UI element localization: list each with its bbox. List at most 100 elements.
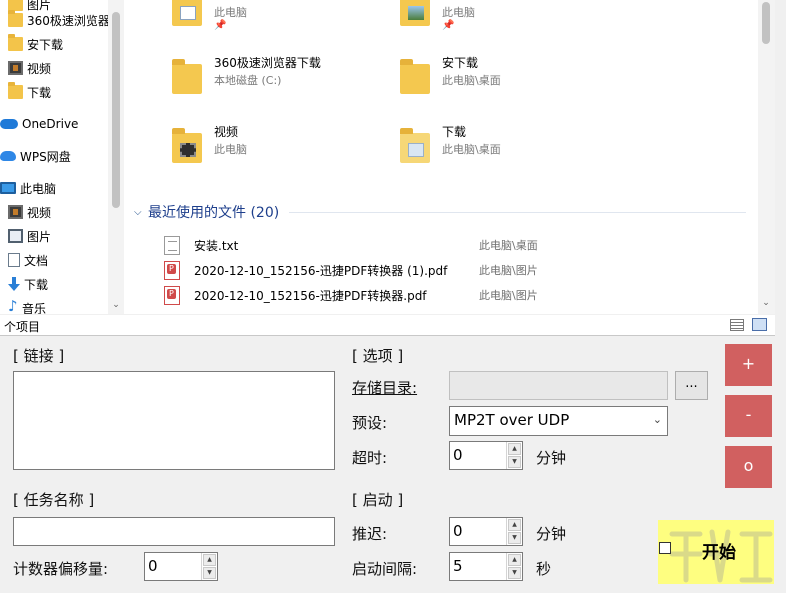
remove-task-button[interactable]: -: [725, 395, 772, 437]
scrollbar-thumb[interactable]: [112, 12, 120, 208]
quick-access-item[interactable]: 此电脑 📌: [398, 0, 578, 42]
quick-access-item[interactable]: 视频 此电脑: [170, 123, 350, 179]
timeout-unit: 分钟: [536, 449, 567, 467]
nav-item-pc-music[interactable]: 音乐: [8, 297, 46, 314]
spin-up-arrow-icon[interactable]: ▲: [508, 519, 521, 531]
spin-up-arrow-icon[interactable]: ▲: [508, 443, 521, 455]
timeout-label: 超时:: [352, 449, 388, 467]
nav-item-360-browser[interactable]: 360极速浏览器: [8, 9, 108, 31]
folder-location: 此电脑\桌面: [442, 74, 501, 87]
chevron-down-icon[interactable]: ⌄: [653, 413, 662, 426]
spin-down-arrow-icon[interactable]: ▼: [508, 456, 521, 468]
nav-item-pc-documents[interactable]: 文档: [8, 249, 48, 271]
open-folder-icon: [398, 123, 432, 163]
spinner-buttons: ▲ ▼: [506, 518, 522, 545]
video-folder-icon: [8, 61, 23, 75]
content-pane: 此电脑 📌 此电脑 📌 360极速浏览器下载 本地磁盘 (C:) 安下载 此电脑…: [124, 0, 758, 314]
delay-spinner[interactable]: 0 ▲ ▼: [449, 517, 523, 546]
spin-down-arrow-icon[interactable]: ▼: [203, 567, 216, 579]
nav-item-videos[interactable]: 视频: [8, 57, 51, 79]
text-file-icon: [164, 236, 180, 255]
spin-down-arrow-icon[interactable]: ▼: [508, 567, 521, 579]
pin-icon[interactable]: 📌: [442, 20, 454, 31]
documents-folder-icon: [170, 0, 204, 26]
folder-location: 此电脑\桌面: [442, 143, 501, 156]
file-path: 此电脑\图片: [479, 289, 538, 302]
nav-item-onedrive[interactable]: OneDrive: [0, 113, 78, 135]
documents-icon: [8, 253, 20, 267]
interval-label: 启动间隔:: [352, 560, 418, 578]
details-view-icon[interactable]: [730, 319, 744, 331]
folder-name: 安下载: [442, 56, 479, 70]
file-path: 此电脑\图片: [479, 264, 538, 277]
folder-location: 本地磁盘 (C:): [214, 74, 282, 87]
preset-select[interactable]: MP2T over UDP ⌄: [449, 406, 668, 436]
pin-icon[interactable]: 📌: [214, 20, 226, 31]
storage-dir-label[interactable]: 存储目录:: [352, 377, 417, 398]
pictures-icon: [8, 229, 23, 243]
onedrive-cloud-icon: [0, 119, 18, 129]
spin-down-arrow-icon[interactable]: ▼: [508, 532, 521, 544]
nav-item-downloads[interactable]: 下载: [8, 81, 51, 103]
add-task-button[interactable]: +: [725, 344, 772, 386]
chevron-down-icon[interactable]: ⌵: [134, 207, 148, 218]
folder-icon: [170, 54, 204, 94]
preset-label: 预设:: [352, 414, 388, 432]
counter-offset-spinner[interactable]: 0 ▲ ▼: [144, 552, 218, 581]
computer-icon: [0, 182, 16, 194]
nav-item-pc-pictures[interactable]: 图片: [8, 225, 51, 247]
recent-files-title: 最近使用的文件 (20): [148, 205, 280, 221]
nav-item-this-pc[interactable]: 此电脑: [0, 177, 56, 199]
spinner-value: 0: [453, 522, 463, 540]
nav-item-label: 视频: [27, 205, 52, 220]
nav-item-pc-downloads[interactable]: 下载: [8, 273, 48, 295]
link-section-title: [ 链接 ]: [13, 347, 65, 365]
storage-dir-input[interactable]: [449, 371, 668, 400]
navigation-scrollbar[interactable]: ⌄: [108, 0, 124, 314]
interval-spinner[interactable]: 5 ▲ ▼: [449, 552, 523, 581]
task-name-input[interactable]: [13, 517, 335, 546]
task-section-title: [ 任务名称 ]: [13, 491, 95, 509]
quick-access-item[interactable]: 下载 此电脑\桌面: [398, 123, 578, 179]
nav-item-wps-drive[interactable]: WPS网盘: [0, 145, 71, 167]
spin-up-arrow-icon[interactable]: ▲: [203, 554, 216, 566]
start-checkbox[interactable]: [659, 542, 671, 554]
folder-location: 此电脑: [214, 143, 247, 156]
quick-access-item[interactable]: 此电脑 📌: [170, 0, 350, 42]
timeout-spinner[interactable]: 0 ▲ ▼: [449, 441, 523, 470]
pictures-folder-icon: [398, 0, 432, 26]
download-icon: [8, 277, 20, 291]
recent-file-row[interactable]: 安装.txt 此电脑\桌面: [164, 234, 744, 256]
browse-button[interactable]: ...: [675, 371, 708, 400]
link-textarea[interactable]: [13, 371, 335, 470]
file-path: 此电脑\桌面: [479, 239, 538, 252]
spinner-buttons: ▲ ▼: [506, 442, 522, 469]
quick-access-item[interactable]: 360极速浏览器下载 本地磁盘 (C:): [170, 54, 380, 110]
large-icons-view-icon[interactable]: [752, 318, 767, 331]
recent-file-row[interactable]: 2020-12-10_152156-迅捷PDF转换器.pdf 此电脑\图片: [164, 284, 744, 306]
scrollbar-thumb[interactable]: [762, 2, 770, 44]
recent-files-header[interactable]: ⌵ 最近使用的文件 (20): [134, 202, 746, 222]
nav-item-label: 下载: [24, 277, 49, 292]
nav-item-label: 此电脑: [20, 181, 57, 196]
item-count: 个项目: [4, 320, 41, 334]
nav-item-label: 安下载: [27, 37, 64, 52]
content-scrollbar[interactable]: ⌄: [758, 0, 775, 314]
folder-name: 360极速浏览器下载: [214, 56, 321, 70]
delay-label: 推迟:: [352, 525, 388, 543]
start-button-label[interactable]: 开始: [702, 538, 736, 563]
spin-up-arrow-icon[interactable]: ▲: [508, 554, 521, 566]
nav-item-pc-videos[interactable]: 视频: [8, 201, 51, 223]
recent-file-row[interactable]: 2020-12-10_152156-迅捷PDF转换器 (1).pdf 此电脑\图…: [164, 259, 744, 281]
pdf-file-icon: [164, 286, 180, 305]
nav-item-anxiazai[interactable]: 安下载: [8, 33, 63, 55]
quick-access-item[interactable]: 安下载 此电脑\桌面: [398, 54, 578, 110]
interval-unit: 秒: [536, 560, 552, 578]
divider: [289, 211, 746, 213]
scroll-down-arrow-icon[interactable]: ⌄: [758, 298, 774, 308]
reset-button[interactable]: o: [725, 446, 772, 488]
counter-offset-label: 计数器偏移量:: [13, 560, 109, 578]
nav-item-label: 音乐: [22, 301, 47, 315]
preset-selected-value: MP2T over UDP: [454, 411, 570, 429]
scroll-down-arrow-icon[interactable]: ⌄: [108, 300, 124, 310]
